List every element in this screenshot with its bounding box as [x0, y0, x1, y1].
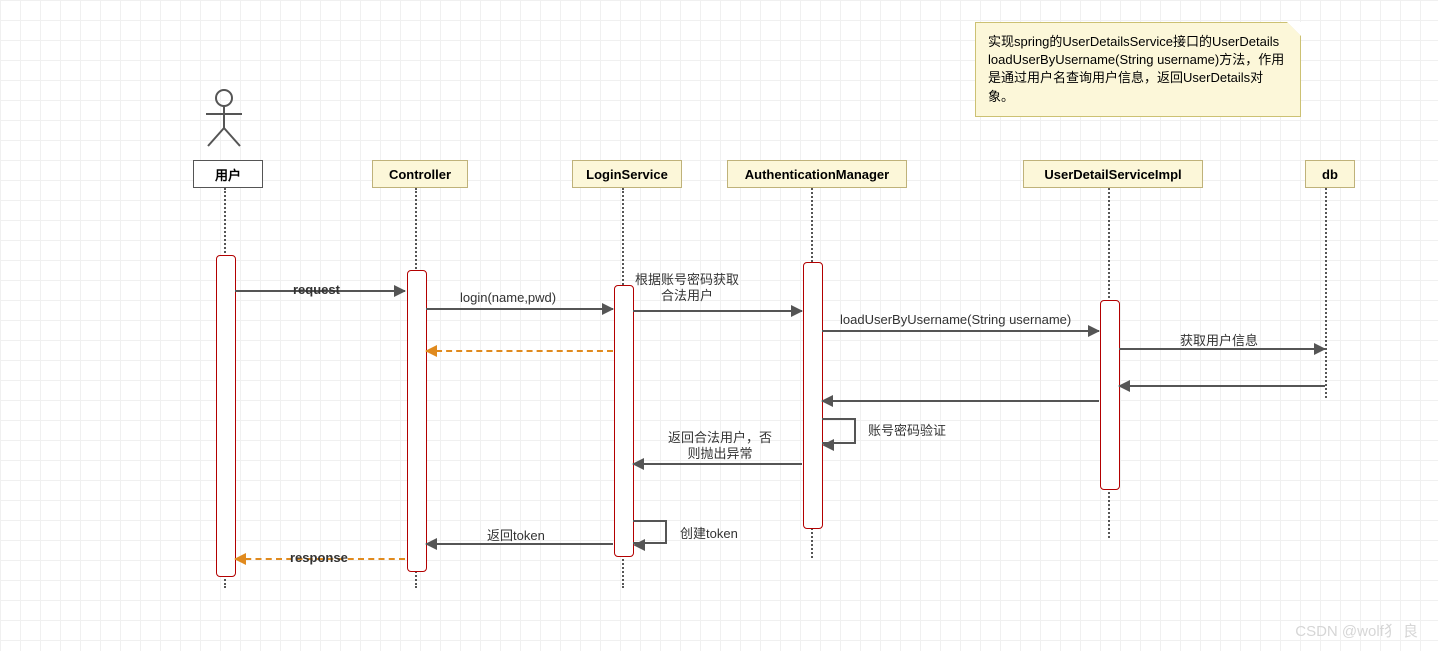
msg-response-label: response	[290, 550, 348, 565]
msg-return-validuser	[633, 463, 802, 465]
msg-login	[426, 308, 613, 310]
msg-loaduser-label: loadUserByUsername(String username)	[840, 312, 1071, 327]
msg-login-label: login(name,pwd)	[460, 290, 556, 305]
activation-loginservice	[614, 285, 634, 557]
watermark: CSDN @wolf犭 良	[1295, 620, 1418, 641]
actor-user-icon	[202, 88, 246, 148]
lifeline-userdetailsvc-header: UserDetailServiceImpl	[1023, 160, 1203, 188]
note-box: 实现spring的UserDetailsService接口的UserDetail…	[975, 22, 1301, 117]
msg-getinfo-label: 获取用户信息	[1180, 330, 1258, 349]
activation-controller	[407, 270, 427, 572]
msg-getvaliduser	[633, 310, 802, 312]
msg-self-createtoken-label: 创建token	[680, 523, 738, 542]
msg-self-authcheck-head	[822, 439, 834, 451]
lifeline-authmanager-header: AuthenticationManager	[727, 160, 907, 188]
msg-self-createtoken-head	[633, 539, 645, 551]
activation-userdetailsvc	[1100, 300, 1120, 490]
note-text: 实现spring的UserDetailsService接口的UserDetail…	[988, 34, 1284, 104]
msg-dashed-1	[426, 350, 613, 352]
activation-user	[216, 255, 236, 577]
msg-return-validuser-label: 返回合法用户，否则抛出异常	[665, 430, 775, 461]
activation-authmanager	[803, 262, 823, 529]
msg-getvaliduser-label: 根据账号密码获取合法用户	[632, 272, 742, 303]
msg-loaduser	[822, 330, 1099, 332]
sequence-diagram: 实现spring的UserDetailsService接口的UserDetail…	[0, 0, 1438, 651]
msg-return-token-label: 返回token	[487, 525, 545, 544]
lifeline-db	[1325, 188, 1327, 398]
msg-return-db	[1119, 385, 1325, 387]
msg-return-udsvc	[822, 400, 1099, 402]
lifeline-loginservice-header: LoginService	[572, 160, 682, 188]
lifeline-db-header: db	[1305, 160, 1355, 188]
msg-request-label: request	[293, 282, 340, 297]
lifeline-user-header: 用户	[193, 160, 263, 188]
lifeline-controller-header: Controller	[372, 160, 468, 188]
msg-self-authcheck-label: 账号密码验证	[868, 420, 946, 439]
